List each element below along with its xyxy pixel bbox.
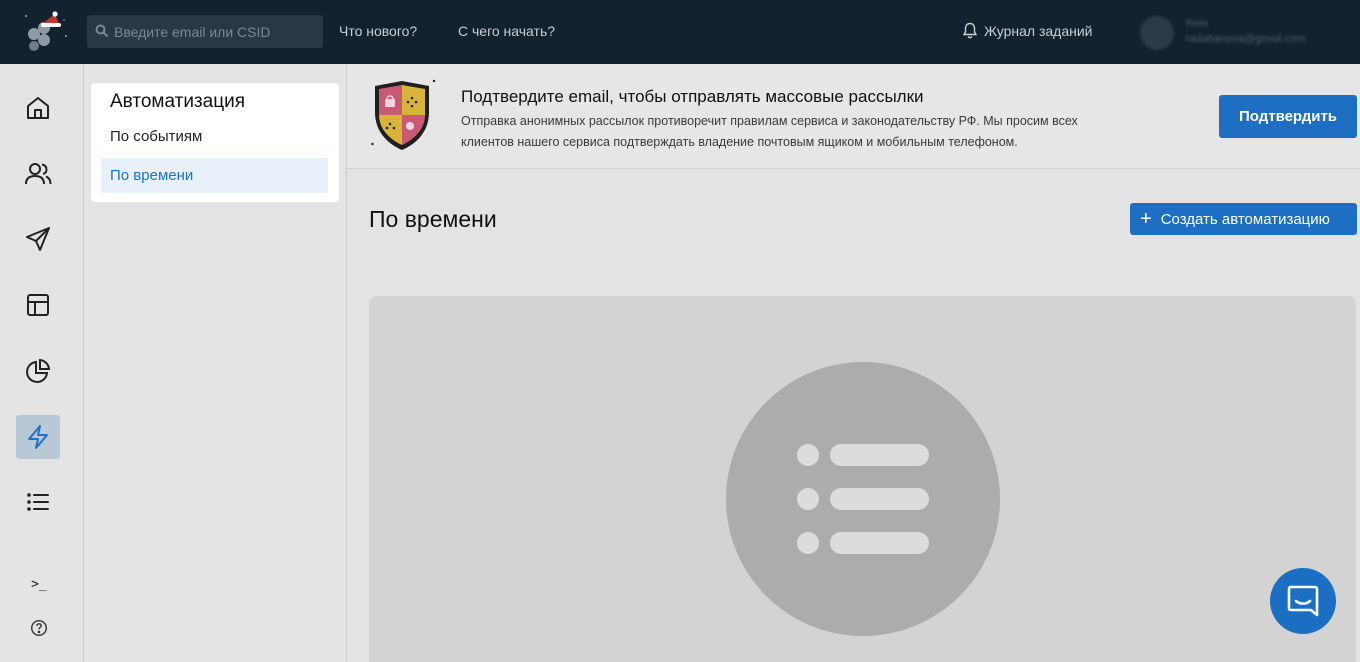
lightning-icon: [28, 425, 48, 449]
submenu-column: Автоматизация По событиям По времени: [84, 64, 347, 662]
user-email: radabanova@gmail.com: [1186, 33, 1306, 45]
search-icon: [95, 24, 109, 38]
user-name: Rada: [1186, 18, 1208, 28]
shield-icon: [371, 78, 437, 154]
sidebar-item-lists[interactable]: [16, 480, 60, 524]
sidebar-rail: >_: [0, 64, 84, 662]
sidebar-item-campaigns[interactable]: [16, 217, 60, 261]
task-journal-link[interactable]: Журнал заданий: [962, 22, 1093, 39]
banner-title: Подтвердите email, чтобы отправлять масс…: [461, 87, 924, 106]
submenu-item-by-events[interactable]: По событиям: [101, 119, 328, 154]
search-input[interactable]: [114, 15, 319, 48]
pie-chart-icon: [26, 358, 51, 383]
banner-text-line-2: клиентов нашего сервиса подтверждать вла…: [461, 135, 1018, 149]
chat-icon: [1287, 585, 1319, 617]
empty-state-illustration: [726, 362, 1000, 636]
sidebar-item-automation[interactable]: [16, 415, 60, 459]
confirm-button[interactable]: Подтвердить: [1219, 95, 1357, 138]
chat-widget-button[interactable]: [1270, 568, 1336, 634]
terminal-icon[interactable]: >_: [28, 573, 50, 595]
plus-icon: +: [1140, 208, 1152, 230]
help-button[interactable]: [28, 617, 50, 639]
submenu-item-by-time[interactable]: По времени: [101, 158, 328, 193]
bell-icon: [962, 22, 978, 39]
banner-text: Отправка анонимных рассылок противоречит…: [461, 111, 1141, 153]
sidebar-item-home[interactable]: [16, 86, 60, 130]
search-box[interactable]: [87, 15, 323, 48]
sidebar-item-templates[interactable]: [16, 283, 60, 327]
sidebar-item-contacts[interactable]: [16, 152, 60, 196]
logo-icon[interactable]: [22, 10, 72, 54]
email-confirm-banner: Подтвердите email, чтобы отправлять масс…: [347, 64, 1360, 169]
list-icon: [797, 444, 929, 554]
avatar: [1140, 16, 1174, 50]
banner-text-line-1: Отправка анонимных рассылок противоречит…: [461, 114, 1078, 128]
top-bar: Что нового? С чего начать? Журнал задани…: [0, 0, 1360, 64]
send-icon: [26, 227, 50, 251]
layout-icon: [27, 294, 49, 316]
create-automation-label: Создать автоматизацию: [1160, 210, 1330, 228]
automation-submenu: Автоматизация По событиям По времени: [91, 83, 339, 202]
task-journal-label: Журнал заданий: [984, 22, 1093, 39]
sidebar-item-analytics[interactable]: [16, 349, 60, 393]
help-icon: [30, 619, 48, 637]
user-menu[interactable]: Rada radabanova@gmail.com: [1140, 12, 1355, 52]
whats-new-link[interactable]: Что нового?: [339, 23, 417, 39]
page-title: По времени: [369, 206, 497, 232]
submenu-title: Автоматизация: [110, 91, 245, 112]
home-icon: [27, 97, 49, 119]
getting-started-link[interactable]: С чего начать?: [458, 23, 555, 39]
list-icon: [27, 493, 49, 511]
users-icon: [25, 163, 52, 185]
create-automation-button[interactable]: + Создать автоматизацию: [1130, 203, 1357, 235]
